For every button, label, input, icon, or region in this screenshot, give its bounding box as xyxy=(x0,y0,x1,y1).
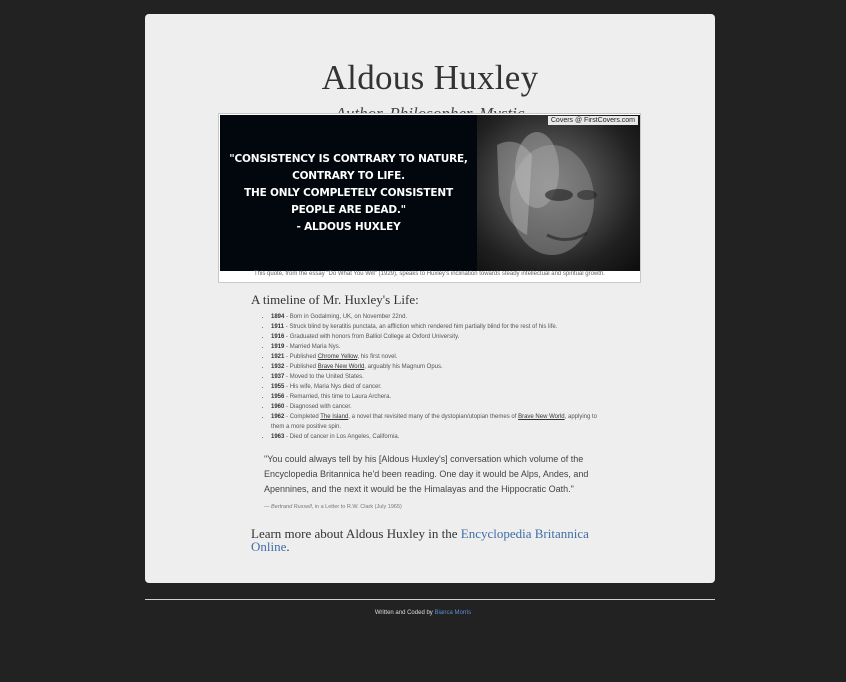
timeline-text: - Struck blind by keratitis punctata, an… xyxy=(284,324,558,330)
timeline-year: 1921 xyxy=(271,354,285,360)
quote-figure: "CONSISTENCY IS CONTRARY TO NATURE, CONT… xyxy=(218,113,641,283)
timeline-book-link[interactable]: Brave New World xyxy=(318,364,365,370)
timeline-item: 1921 - Published Chrome Yellow, his firs… xyxy=(271,352,599,362)
footer-divider xyxy=(145,599,715,600)
timeline-item: 1894 - Born in Godalming, UK, on Novembe… xyxy=(271,312,599,322)
attribution-source: , in a Letter to R.W. Clark (July 1965) xyxy=(311,504,402,510)
timeline-book-link[interactable]: Chrome Yellow xyxy=(318,354,358,360)
timeline-year: 1962 xyxy=(271,414,285,420)
timeline-text: - His wife, Maria Nys died of cancer. xyxy=(284,384,382,390)
timeline-item: 1937 - Moved to the United States. xyxy=(271,372,599,382)
timeline-item: 1963 - Died of cancer in Los Angeles, Ca… xyxy=(271,432,599,442)
timeline-item: 1932 - Published Brave New World, arguab… xyxy=(271,362,599,372)
russell-quote: "You could always tell by his [Aldous Hu… xyxy=(264,454,589,494)
quote-image-line: - ALDOUS HUXLEY xyxy=(296,220,401,233)
quote-image-text-panel: "CONSISTENCY IS CONTRARY TO NATURE, CONT… xyxy=(220,115,477,271)
timeline-year: 1932 xyxy=(271,364,285,370)
timeline-year: 1894 xyxy=(271,314,285,320)
timeline-book-link[interactable]: The Island xyxy=(320,414,348,420)
timeline-text: - Born in Godalming, UK, on November 22n… xyxy=(284,314,408,320)
timeline-item: 1919 - Married Maria Nys. xyxy=(271,342,599,352)
timeline-text: - Died of cancer in Los Angeles, Califor… xyxy=(284,434,400,440)
timeline-book-link[interactable]: Brave New World xyxy=(518,414,565,420)
timeline-item: 1956 - Remarried, this time to Laura Arc… xyxy=(271,392,599,402)
timeline-text: - Moved to the United States. xyxy=(284,374,364,380)
timeline-item: 1955 - His wife, Maria Nys died of cance… xyxy=(271,382,599,392)
timeline-text: , a novel that revisited many of the dys… xyxy=(348,414,519,420)
timeline-text: - Completed xyxy=(284,414,321,420)
attribution-author: Bertrand Russell xyxy=(271,504,312,510)
image-credit: Covers @ FirstCovers.com xyxy=(547,116,638,125)
timeline-year: 1963 xyxy=(271,434,285,440)
timeline-year: 1919 xyxy=(271,344,285,350)
learn-more: Learn more about Aldous Huxley in the En… xyxy=(251,527,621,553)
learn-more-suffix: . xyxy=(286,539,290,554)
footer-text: Written and Coded by xyxy=(374,610,435,616)
quote-image-line: THE ONLY COMPLETELY CONSISTENT xyxy=(244,186,453,199)
timeline-year: 1960 xyxy=(271,404,285,410)
attribution-dash: — xyxy=(264,504,272,510)
author-link[interactable]: Bianca Morris xyxy=(434,610,471,616)
quote-image-line: "CONSISTENCY IS CONTRARY TO NATURE, xyxy=(229,152,468,165)
timeline-year: 1937 xyxy=(271,374,285,380)
timeline-item: 1962 - Completed The Island, a novel tha… xyxy=(271,412,599,432)
page-title: Aldous Huxley xyxy=(321,58,539,97)
timeline-text: , his first novel. xyxy=(357,354,398,360)
portrait-photo: Covers @ FirstCovers.com xyxy=(477,115,640,271)
quote-image-line: CONTRARY TO LIFE. xyxy=(292,169,405,182)
main-card: Aldous Huxley Author, Philosopher, Mysti… xyxy=(145,14,715,583)
timeline-year: 1916 xyxy=(271,334,285,340)
timeline-item: 1960 - Diagnosed with cancer. xyxy=(271,402,599,412)
timeline-text: - Published xyxy=(284,354,318,360)
timeline-text: - Graduated with honors from Balliol Col… xyxy=(284,334,460,340)
footer: Written and Coded by Bianca Morris xyxy=(0,610,846,616)
quote-image: "CONSISTENCY IS CONTRARY TO NATURE, CONT… xyxy=(220,115,640,271)
timeline-item: 1916 - Graduated with honors from Ballio… xyxy=(271,332,599,342)
timeline-list: 1894 - Born in Godalming, UK, on Novembe… xyxy=(271,312,599,442)
timeline-heading: A timeline of Mr. Huxley's Life: xyxy=(251,292,419,307)
timeline-text: - Remarried, this time to Laura Archera. xyxy=(284,394,392,400)
timeline-year: 1955 xyxy=(271,384,285,390)
quote-image-line: PEOPLE ARE DEAD." xyxy=(291,203,406,216)
timeline-text: , arguably his Magnum Opus. xyxy=(364,364,443,370)
portrait-silhouette-icon xyxy=(497,132,597,255)
figure-caption: This quote, from the essay "Do What You … xyxy=(254,271,605,277)
timeline-year: 1911 xyxy=(271,324,285,330)
timeline-year: 1956 xyxy=(271,394,285,400)
timeline-text: - Married Maria Nys. xyxy=(284,344,341,350)
timeline-text: - Diagnosed with cancer. xyxy=(284,404,352,410)
timeline-item: 1911 - Struck blind by keratitis punctat… xyxy=(271,322,599,332)
timeline-text: - Published xyxy=(284,364,318,370)
quote-attribution: — Bertrand Russell, in a Letter to R.W. … xyxy=(264,504,402,510)
